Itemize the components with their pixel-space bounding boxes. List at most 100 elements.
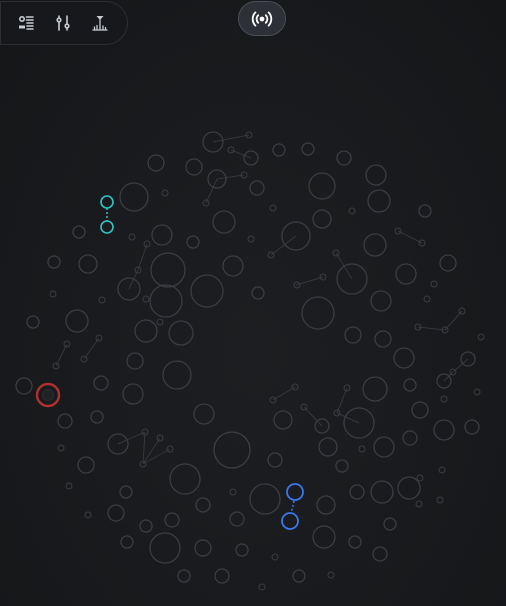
graph-canvas[interactable] bbox=[0, 0, 506, 606]
graph-node[interactable] bbox=[372, 546, 388, 562]
graph-node[interactable] bbox=[273, 410, 293, 430]
graph-node[interactable] bbox=[162, 360, 192, 390]
graph-node[interactable] bbox=[348, 535, 362, 549]
graph-node[interactable] bbox=[212, 210, 236, 234]
graph-node[interactable] bbox=[222, 255, 244, 277]
graph-node[interactable] bbox=[312, 209, 332, 229]
red-node-core[interactable] bbox=[41, 388, 55, 402]
graph-node[interactable] bbox=[473, 388, 481, 396]
graph-node[interactable] bbox=[194, 539, 212, 557]
graph-node[interactable] bbox=[65, 309, 89, 333]
graph-node[interactable] bbox=[373, 436, 395, 458]
graph-node[interactable] bbox=[336, 150, 352, 166]
blue-node[interactable] bbox=[286, 483, 304, 501]
graph-node[interactable] bbox=[169, 463, 201, 495]
graph-node[interactable] bbox=[15, 377, 33, 395]
graph-node[interactable] bbox=[316, 495, 336, 515]
graph-node[interactable] bbox=[247, 235, 255, 243]
graph-node[interactable] bbox=[415, 500, 423, 508]
graph-node[interactable] bbox=[151, 224, 173, 246]
graph-node[interactable] bbox=[367, 189, 391, 213]
graph-node[interactable] bbox=[365, 164, 387, 186]
graph-node[interactable] bbox=[397, 476, 421, 500]
graph-node[interactable] bbox=[477, 333, 485, 341]
graph-node[interactable] bbox=[214, 568, 230, 584]
teal-node[interactable] bbox=[100, 195, 114, 209]
graph-node[interactable] bbox=[122, 383, 144, 405]
graph-node[interactable] bbox=[164, 512, 180, 528]
graph-node[interactable] bbox=[65, 482, 73, 490]
graph-node[interactable] bbox=[147, 154, 165, 172]
graph-node[interactable] bbox=[142, 295, 150, 303]
graph-node[interactable] bbox=[195, 497, 211, 513]
graph-node[interactable] bbox=[150, 252, 186, 288]
graph-node[interactable] bbox=[128, 233, 136, 241]
graph-node[interactable] bbox=[269, 204, 277, 212]
graph-node[interactable] bbox=[119, 485, 133, 499]
graph-node[interactable] bbox=[308, 172, 336, 200]
graph-node[interactable] bbox=[249, 180, 265, 196]
graph-node[interactable] bbox=[90, 410, 104, 424]
graph-node[interactable] bbox=[149, 532, 181, 564]
graph-node[interactable] bbox=[370, 290, 392, 312]
graph-node[interactable] bbox=[72, 225, 86, 239]
graph-node[interactable] bbox=[430, 280, 438, 288]
graph-node[interactable] bbox=[149, 284, 183, 318]
graph-node[interactable] bbox=[433, 419, 455, 441]
graph-node[interactable] bbox=[349, 484, 365, 500]
graph-node[interactable] bbox=[370, 480, 394, 504]
graph-node[interactable] bbox=[186, 235, 200, 249]
graph-node[interactable] bbox=[213, 431, 251, 469]
graph-node[interactable] bbox=[107, 504, 125, 522]
graph-node[interactable] bbox=[190, 274, 224, 308]
graph-node[interactable] bbox=[374, 330, 392, 348]
graph-node[interactable] bbox=[439, 254, 457, 272]
broadcast-button[interactable] bbox=[238, 1, 286, 36]
graph-node[interactable] bbox=[57, 413, 73, 429]
sliders-button[interactable] bbox=[48, 8, 78, 38]
graph-node[interactable] bbox=[393, 347, 415, 369]
graph-node[interactable] bbox=[126, 352, 144, 370]
graph-node[interactable] bbox=[134, 319, 158, 343]
graph-node[interactable] bbox=[84, 511, 92, 519]
graph-node[interactable] bbox=[411, 401, 429, 419]
graph-node[interactable] bbox=[440, 395, 448, 403]
graph-node[interactable] bbox=[161, 189, 169, 197]
graph-node[interactable] bbox=[416, 474, 424, 482]
graph-node[interactable] bbox=[251, 286, 265, 300]
graph-node[interactable] bbox=[168, 320, 194, 346]
blue-node[interactable] bbox=[281, 512, 299, 530]
graph-node[interactable] bbox=[93, 375, 109, 391]
graph-node[interactable] bbox=[47, 255, 61, 269]
graph-node[interactable] bbox=[395, 263, 417, 285]
graph-node[interactable] bbox=[229, 511, 245, 527]
graph-node[interactable] bbox=[258, 583, 266, 591]
graph-node[interactable] bbox=[436, 496, 444, 504]
graph-node[interactable] bbox=[402, 430, 418, 446]
graph-node[interactable] bbox=[77, 456, 95, 474]
graph-node[interactable] bbox=[229, 488, 237, 496]
graph-node[interactable] bbox=[418, 204, 432, 218]
graph-node[interactable] bbox=[235, 543, 249, 557]
graph-node[interactable] bbox=[272, 143, 286, 157]
graph-node[interactable] bbox=[301, 142, 315, 156]
graph-node[interactable] bbox=[327, 571, 335, 579]
graph-node[interactable] bbox=[362, 376, 388, 402]
graph-node[interactable] bbox=[383, 517, 397, 531]
graph-node[interactable] bbox=[358, 445, 366, 453]
graph-node[interactable] bbox=[271, 553, 279, 561]
graph-node[interactable] bbox=[423, 295, 431, 303]
graph-node[interactable] bbox=[318, 437, 338, 457]
graph-node[interactable] bbox=[49, 290, 57, 298]
graph-node[interactable] bbox=[301, 296, 335, 330]
graph-node[interactable] bbox=[363, 233, 387, 257]
graph-node[interactable] bbox=[177, 569, 191, 583]
graph-node[interactable] bbox=[78, 254, 98, 274]
graph-node[interactable] bbox=[403, 378, 417, 392]
teal-node[interactable] bbox=[100, 220, 114, 234]
graph-node[interactable] bbox=[348, 207, 356, 215]
graph-node[interactable] bbox=[185, 158, 203, 176]
graph-node[interactable] bbox=[438, 466, 446, 474]
filter-list-button[interactable] bbox=[11, 8, 41, 38]
graph-node[interactable] bbox=[98, 296, 106, 304]
